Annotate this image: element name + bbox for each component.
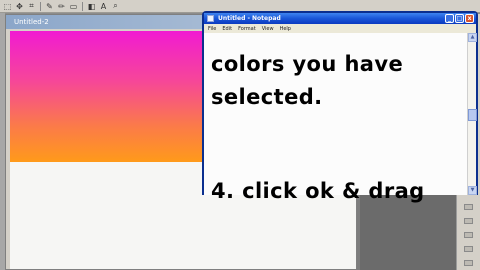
scroll-down-icon[interactable]: ▼ — [468, 186, 477, 195]
menu-help[interactable]: Help — [280, 26, 291, 32]
pencil-icon[interactable]: ✏ — [56, 1, 67, 11]
menu-format[interactable]: Format — [238, 26, 256, 32]
text-line: selected. — [211, 85, 323, 109]
eraser-icon[interactable]: ▭ — [68, 1, 79, 11]
menu-file[interactable]: File — [208, 26, 216, 32]
screen: ⬚ ✥ ⌗ ✎ ✏ ▭ ◧ A ⌕ Untitled-2 Untitled - … — [0, 0, 480, 270]
notepad-title: Untitled - Notepad — [218, 15, 281, 22]
notepad-title-bar[interactable]: Untitled - Notepad _ □ x — [204, 13, 476, 24]
text-line: colors you have — [211, 52, 404, 76]
toolbar-divider — [82, 1, 83, 11]
text-icon[interactable]: A — [98, 1, 109, 11]
gradient-fill — [10, 31, 206, 162]
palette-panel — [360, 194, 456, 270]
vertical-scrollbar[interactable]: ▲ ▼ — [467, 33, 477, 195]
panel-button[interactable] — [464, 246, 473, 252]
panel-button[interactable] — [464, 232, 473, 238]
move-icon[interactable]: ✥ — [14, 1, 25, 11]
fill-icon[interactable]: ◧ — [86, 1, 97, 11]
close-button[interactable]: x — [465, 14, 474, 23]
zoom-icon[interactable]: ⌕ — [110, 1, 121, 11]
notepad-icon — [207, 15, 214, 22]
crop-icon[interactable]: ⌗ — [26, 1, 37, 11]
maximize-button[interactable]: □ — [455, 14, 464, 23]
panel-button[interactable] — [464, 218, 473, 224]
scroll-up-icon[interactable]: ▲ — [468, 33, 477, 42]
text-line: 4. click ok & drag — [211, 179, 425, 203]
minimize-button[interactable]: _ — [445, 14, 454, 23]
window-controls: _ □ x — [445, 14, 474, 23]
menu-view[interactable]: View — [262, 26, 274, 32]
brush-icon[interactable]: ✎ — [44, 1, 55, 11]
select-icon[interactable]: ⬚ — [2, 1, 13, 11]
document-title: Untitled-2 — [14, 18, 49, 26]
notepad-menu-bar: File Edit Format View Help — [204, 24, 476, 33]
notepad-window: Untitled - Notepad _ □ x File Edit Forma… — [202, 11, 478, 203]
menu-edit[interactable]: Edit — [222, 26, 232, 32]
notepad-text-area[interactable]: colors you have selected. 4. click ok & … — [204, 33, 469, 203]
scroll-thumb[interactable] — [468, 109, 477, 121]
panel-button[interactable] — [464, 260, 473, 266]
panel-button[interactable] — [464, 204, 473, 210]
toolbar-divider — [40, 1, 41, 11]
